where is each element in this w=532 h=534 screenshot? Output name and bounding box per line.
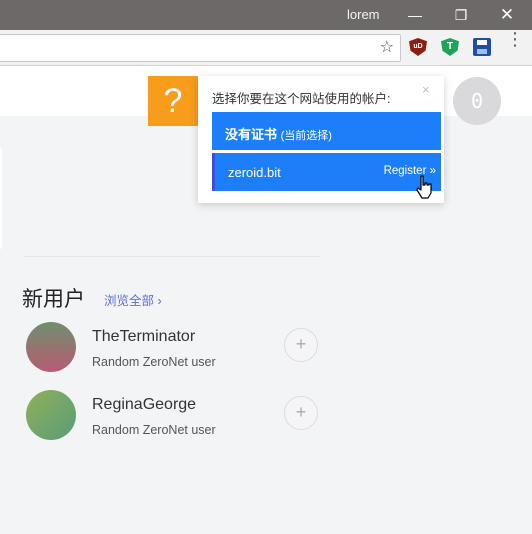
close-window-button[interactable]: ✕ [484,0,530,30]
user-description: Random ZeroNet user [92,423,216,437]
user-description: Random ZeroNet user [92,355,216,369]
user-item: ReginaGeorge Random ZeroNet user + [26,390,326,442]
cert-current-note: (当前选择) [280,130,332,142]
browser-menu-icon[interactable]: ⋮ [506,30,524,48]
bookmark-star-icon[interactable]: ☆ [380,37,394,57]
cert-option-none[interactable]: 没有证书 (当前选择) [212,112,441,150]
follow-button[interactable]: + [284,396,318,430]
avatar[interactable] [26,390,76,440]
cert-select-popup: 选择你要在这个网站使用的帐户: × 没有证书 (当前选择) zeroid.bit… [198,76,444,203]
new-users-title: 新用户 [22,288,85,311]
minimize-button[interactable]: — [392,0,438,30]
user-name[interactable]: TheTerminator [92,328,195,346]
cert-name: 没有证书 (当前选择) [225,124,332,143]
ublock-icon[interactable]: uD [409,38,427,56]
left-panel [0,147,2,250]
divider [24,256,320,257]
address-bar[interactable]: ☆ [0,34,401,62]
notification-badge[interactable]: 0 [453,77,501,125]
cert-name-label: zeroid.bit [228,165,281,180]
avatar[interactable] [26,322,76,372]
follow-button[interactable]: + [284,328,318,362]
popup-heading: 选择你要在这个网站使用的帐户: [212,92,391,106]
help-button[interactable]: ? [148,76,198,126]
cert-option-zeroid[interactable]: zeroid.bit Register » [212,153,441,191]
window-titlebar: lorem — ❐ ✕ [0,0,532,30]
restore-button[interactable]: ❐ [438,0,484,30]
user-item: TheTerminator Random ZeroNet user + [26,322,326,374]
browse-all-link[interactable]: 浏览全部 › [104,290,162,309]
hand-cursor-icon [416,175,432,199]
cert-name-label: 没有证书 [225,127,278,142]
t-shield-icon[interactable]: T [441,38,459,56]
popup-close-icon[interactable]: × [422,82,430,97]
browser-toolbar: ☆ uD T ⋮ [0,30,532,66]
window-title: lorem [347,7,380,22]
save-disk-icon[interactable] [473,38,491,56]
user-name[interactable]: ReginaGeorge [92,396,196,414]
